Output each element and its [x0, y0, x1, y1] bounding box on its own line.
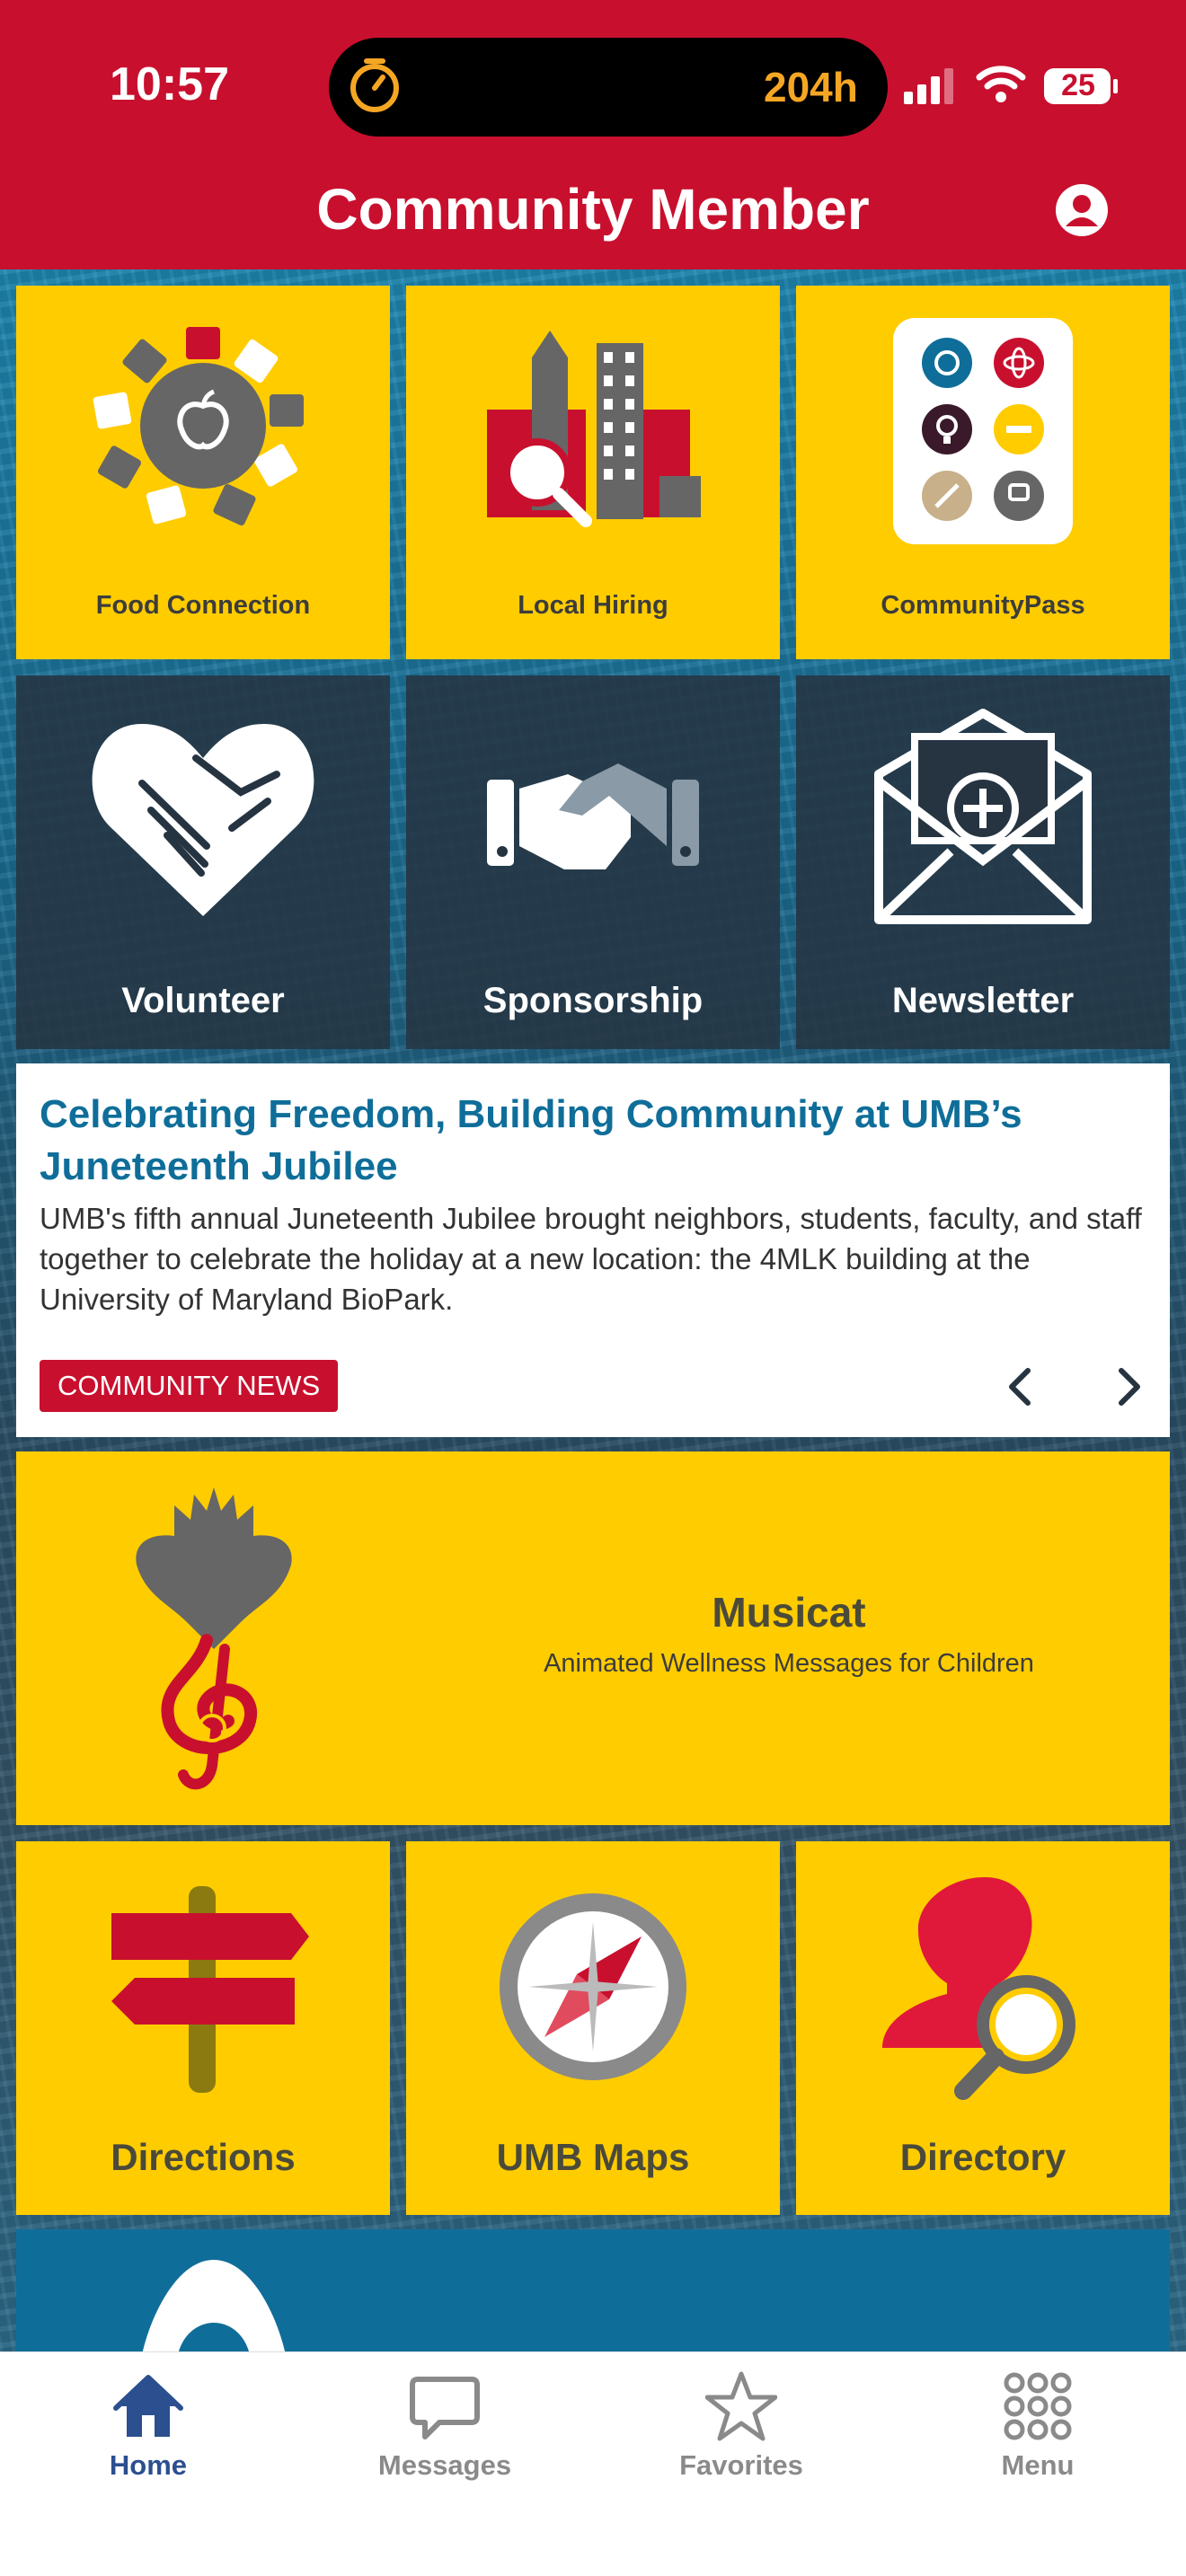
app-header: 10:57 204h 25 Community Member	[0, 0, 1186, 269]
grid-dots-icon	[1004, 2372, 1072, 2440]
battery-level: 25	[1061, 68, 1095, 102]
tile-food-connection[interactable]: Food Connection	[16, 286, 390, 659]
musicat-icon	[136, 1487, 292, 1790]
tile-partial-next[interactable]	[16, 2229, 1170, 2355]
star-icon	[705, 2371, 777, 2441]
heart-hands-icon	[92, 724, 314, 916]
tile-umb-maps[interactable]: UMB Maps	[406, 1841, 780, 2215]
tile-label: Sponsorship	[482, 981, 704, 1020]
banner-subtitle: Animated Wellness Messages for Children	[544, 1649, 1034, 1678]
page-title: Community Member	[316, 177, 870, 242]
tab-label: Messages	[377, 2449, 512, 2481]
tile-label: Newsletter	[891, 981, 1075, 1020]
tile-label: Food Connection	[95, 591, 311, 620]
timer-icon	[350, 58, 399, 112]
chat-bubble-icon	[410, 2377, 480, 2439]
bottom-tab-bar: Home Messages Favorites Menu	[0, 2351, 1186, 2576]
tile-local-hiring[interactable]: Local Hiring	[406, 286, 780, 659]
person-search-icon	[882, 1877, 1075, 2100]
compass-icon	[500, 1893, 686, 2080]
tile-label: Local Hiring	[518, 591, 668, 620]
home-icon	[113, 2375, 183, 2437]
tab-favorites[interactable]: Favorites	[593, 2352, 890, 2505]
food-connection-icon	[93, 327, 304, 526]
tab-label: Favorites	[679, 2449, 803, 2481]
tile-label: Directory	[899, 2136, 1067, 2178]
tile-label: UMB Maps	[496, 2136, 690, 2178]
tile-label: Volunteer	[121, 981, 285, 1020]
signpost-icon	[111, 1886, 309, 2093]
tile-label: Directions	[111, 2136, 296, 2178]
banner-title: Musicat	[712, 1589, 866, 1636]
tile-label: CommunityPass	[881, 591, 1085, 620]
handshake-icon	[487, 763, 699, 869]
news-title[interactable]: Celebrating Freedom, Building Community …	[40, 1089, 1145, 1193]
tab-home[interactable]: Home	[0, 2352, 296, 2505]
local-hiring-icon	[487, 331, 701, 527]
tab-menu[interactable]: Menu	[890, 2352, 1186, 2505]
tile-newsletter[interactable]: Newsletter	[796, 675, 1170, 1049]
tile-directions[interactable]: Directions	[16, 1841, 390, 2215]
timer-readout: 204h	[764, 64, 858, 110]
musicat-banner[interactable]: Musicat Animated Wellness Messages for C…	[16, 1451, 1170, 1825]
news-body: UMB's fifth annual Juneteenth Jubilee br…	[40, 1202, 1142, 1316]
partial-tile-icon	[142, 2260, 286, 2355]
tab-label: Home	[109, 2449, 188, 2481]
chevron-left-icon[interactable]	[987, 1353, 1055, 1421]
tile-volunteer[interactable]: Volunteer	[16, 675, 390, 1049]
envelope-plus-icon	[874, 709, 1092, 924]
community-pass-icon	[893, 318, 1073, 544]
news-card[interactable]: Celebrating Freedom, Building Community …	[16, 1063, 1170, 1437]
wifi-icon	[976, 66, 1026, 102]
tile-directory[interactable]: Directory	[796, 1841, 1170, 2215]
tile-sponsorship[interactable]: Sponsorship	[406, 675, 780, 1049]
status-time: 10:57	[110, 58, 229, 110]
tab-messages[interactable]: Messages	[296, 2352, 593, 2505]
tab-label: Menu	[1001, 2449, 1075, 2481]
account-icon[interactable]	[1055, 183, 1109, 237]
cellular-signal-icon	[904, 68, 953, 104]
tile-community-pass[interactable]: CommunityPass	[796, 286, 1170, 659]
news-category-tag[interactable]: COMMUNITY NEWS	[40, 1360, 339, 1412]
chevron-right-icon[interactable]	[1094, 1353, 1163, 1421]
